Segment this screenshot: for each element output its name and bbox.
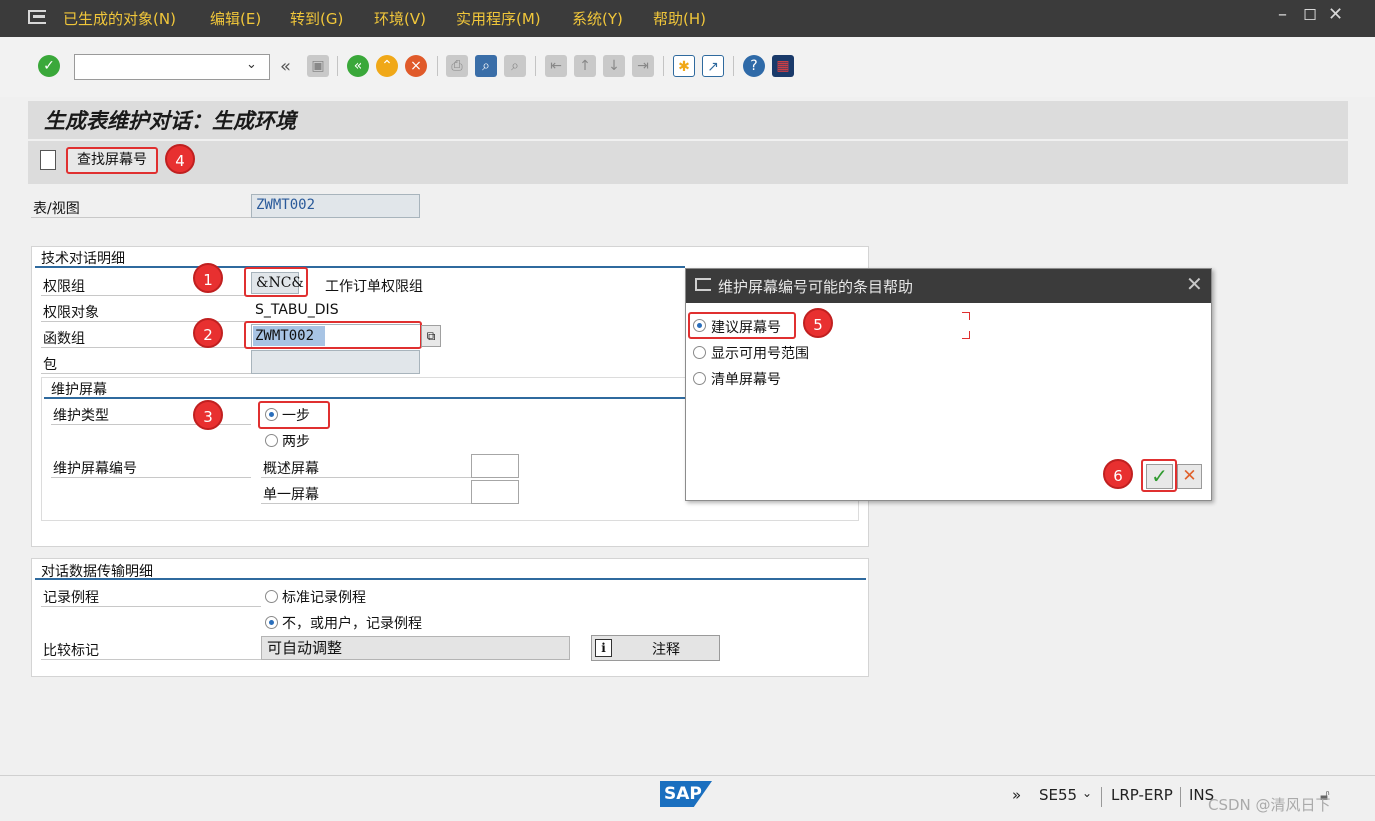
standard-routine-label: 标准记录例程 — [282, 590, 366, 606]
maint-type-label: 维护类型 — [53, 408, 109, 424]
print-icon[interactable]: ⎙ — [446, 55, 468, 77]
maximize-icon[interactable]: ◻ — [1303, 4, 1317, 24]
value-help-icon[interactable]: ⧉ — [421, 325, 441, 347]
status-transaction[interactable]: SE55 — [1039, 786, 1077, 804]
back-green-icon[interactable]: « — [347, 55, 369, 77]
auth-object-label: 权限对象 — [43, 305, 99, 321]
application-toolbar — [28, 141, 1348, 184]
radio-one-step[interactable] — [265, 408, 278, 421]
watermark: CSDN @清风日下 — [1208, 796, 1331, 814]
single-screen-field[interactable] — [471, 480, 519, 504]
annotation-badge-3: 3 — [193, 400, 223, 430]
radio-show-number-range[interactable] — [693, 346, 706, 359]
menu-system[interactable]: 系统(Y) — [572, 8, 623, 29]
auth-object-value: S_TABU_DIS — [255, 302, 339, 318]
menu-environment[interactable]: 环境(V) — [374, 8, 426, 29]
radio-two-step[interactable] — [265, 434, 278, 447]
package-field[interactable] — [251, 350, 420, 374]
status-expand-icon[interactable]: » — [1012, 786, 1021, 804]
dialog-close-icon[interactable]: ✕ — [1186, 272, 1203, 296]
transaction-dropdown-icon[interactable]: ⌄ — [1082, 786, 1092, 800]
chevron-down-icon[interactable]: ⌄ — [246, 57, 257, 72]
radio-suggest-screen-number[interactable] — [693, 319, 706, 332]
auth-group-label: 权限组 — [43, 279, 85, 295]
radio-standard-routine[interactable] — [265, 590, 278, 603]
back-chevron-icon[interactable]: « — [280, 56, 291, 77]
overview-screen-label: 概述屏幕 — [263, 461, 319, 477]
close-window-icon[interactable]: ✕ — [1328, 4, 1343, 25]
annotation-badge-6: 6 — [1103, 459, 1133, 489]
note-button[interactable]: i 注释 — [591, 635, 720, 661]
find-screen-number-button[interactable]: 查找屏幕号 — [66, 147, 158, 174]
cancel-icon[interactable]: × — [405, 55, 427, 77]
record-routine-label: 记录例程 — [43, 590, 99, 606]
dialog-menu-icon[interactable] — [695, 278, 711, 291]
dialog-title: 维护屏幕编号可能的条目帮助 — [718, 278, 914, 296]
dialog-cancel-icon[interactable]: ✕ — [1177, 464, 1202, 489]
menu-icon[interactable] — [28, 10, 46, 24]
last-page-icon[interactable]: ⇥ — [632, 55, 654, 77]
info-icon: i — [595, 639, 612, 657]
two-step-label: 两步 — [282, 434, 310, 450]
radio-list-screen-numbers[interactable] — [693, 372, 706, 385]
annotation-badge-4: 4 — [165, 144, 195, 174]
menu-generated-objects[interactable]: 已生成的对象(N) — [63, 8, 176, 29]
package-label: 包 — [43, 357, 57, 373]
minimize-icon[interactable]: – — [1278, 4, 1287, 25]
annotation-badge-2: 2 — [193, 318, 223, 348]
command-field[interactable] — [74, 54, 270, 80]
annotation-badge-1: 1 — [193, 263, 223, 293]
prev-page-icon[interactable]: ↑ — [574, 55, 596, 77]
no-routine-label: 不，或用户，记录例程 — [282, 616, 422, 632]
annotation-badge-5: 5 — [803, 308, 833, 338]
enter-icon[interactable]: ✓ — [38, 55, 60, 77]
note-button-label: 注释 — [652, 642, 680, 658]
radio-no-routine[interactable] — [265, 616, 278, 629]
menu-utilities[interactable]: 实用程序(M) — [456, 8, 541, 29]
one-step-label: 一步 — [282, 408, 310, 424]
next-page-icon[interactable]: ↓ — [603, 55, 625, 77]
menu-goto[interactable]: 转到(G) — [290, 8, 343, 29]
show-number-range-label: 显示可用号范围 — [711, 346, 809, 362]
menu-help[interactable]: 帮助(H) — [653, 8, 706, 29]
tech-section-title: 技术对话明细 — [41, 251, 125, 267]
shortcut-icon[interactable]: ↗ — [702, 55, 724, 77]
auth-group-field[interactable]: &NC& — [251, 272, 304, 294]
first-page-icon[interactable]: ⇤ — [545, 55, 567, 77]
overview-screen-field[interactable] — [471, 454, 519, 478]
document-icon[interactable] — [40, 150, 56, 170]
screen-number-label: 维护屏幕编号 — [53, 461, 137, 477]
exit-icon[interactable]: ⌃ — [376, 55, 398, 77]
page-title: 生成表维护对话：生成环境 — [44, 109, 296, 133]
compare-flag-field: 可自动调整 — [261, 636, 570, 660]
confirm-checkmark-icon[interactable]: ✓ — [1146, 464, 1173, 489]
maint-screen-title: 维护屏幕 — [51, 382, 107, 398]
find-next-icon[interactable]: ⌕ — [504, 55, 526, 77]
help-icon[interactable]: ? — [743, 55, 765, 77]
table-view-field[interactable]: ZWMT002 — [251, 194, 420, 218]
find-icon[interactable]: ⌕ — [475, 55, 497, 77]
new-session-icon[interactable]: ✱ — [673, 55, 695, 77]
save-icon[interactable]: ▣ — [307, 55, 329, 77]
customize-layout-icon[interactable]: ▦ — [772, 55, 794, 77]
status-system: LRP-ERP — [1111, 786, 1173, 804]
function-group-label: 函数组 — [43, 331, 85, 347]
auth-group-description: 工作订单权限组 — [325, 279, 423, 295]
suggest-screen-number-label: 建议屏幕号 — [711, 320, 781, 336]
table-view-label: 表/视图 — [33, 201, 80, 217]
compare-flag-label: 比较标记 — [43, 643, 99, 659]
single-screen-label: 单一屏幕 — [263, 487, 319, 503]
menu-edit[interactable]: 编辑(E) — [210, 8, 261, 29]
list-screen-numbers-label: 清单屏幕号 — [711, 372, 781, 388]
